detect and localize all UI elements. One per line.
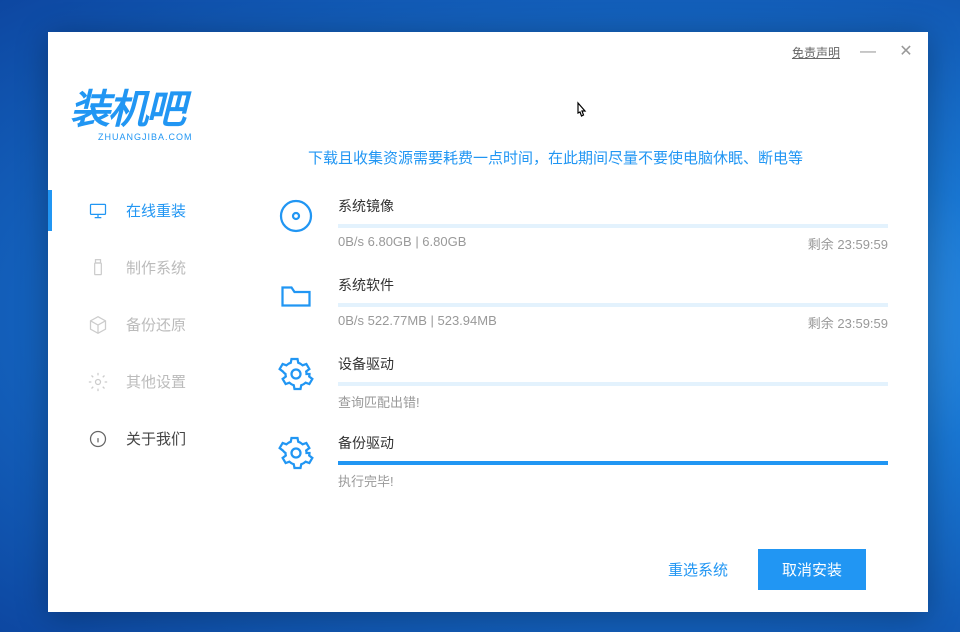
nav-make-system[interactable]: 制作系统 [48,239,278,296]
task-system-software: 系统软件 0B/s 522.77MB | 523.94MB 剩余 23:59:5… [278,275,888,332]
task-title: 设备驱动 [338,354,888,374]
logo: 装机吧 ZHUANGJIBA.COM [48,72,278,182]
task-title: 系统镜像 [338,196,888,216]
progress-bar [338,303,888,307]
task-system-image: 系统镜像 0B/s 6.80GB | 6.80GB 剩余 23:59:59 [278,196,888,253]
cancel-install-button[interactable]: 取消安装 [758,549,866,590]
cube-icon [88,315,108,335]
notice-text: 下载且收集资源需要耗费一点时间，在此期间尽量不要使电脑休眠、断电等 [278,147,888,168]
task-right-info: 剩余 23:59:59 [808,313,888,332]
disclaimer-link[interactable]: 免责声明 [792,44,840,61]
nav-label: 其他设置 [126,371,186,392]
content-area: 下载且收集资源需要耗费一点时间，在此期间尽量不要使电脑休眠、断电等 系统镜像 0… [278,72,928,612]
task-device-driver: 设备驱动 查询匹配出错! [278,354,888,411]
usb-icon [88,258,108,278]
window-body: 装机吧 ZHUANGJIBA.COM 在线重装 制作系统 备份还原 [48,72,928,612]
minimize-button[interactable]: — [858,44,878,60]
task-list: 系统镜像 0B/s 6.80GB | 6.80GB 剩余 23:59:59 系统… [278,196,888,535]
nav-label: 备份还原 [126,314,186,335]
task-backup-driver: 备份驱动 执行完毕! [278,433,888,490]
task-left-info: 0B/s 522.77MB | 523.94MB [338,313,497,332]
nav-online-reinstall[interactable]: 在线重装 [48,182,278,239]
close-button[interactable]: ✕ [896,44,916,60]
gear-icon [88,372,108,392]
nav-label: 制作系统 [126,257,186,278]
sidebar: 装机吧 ZHUANGJIBA.COM 在线重装 制作系统 备份还原 [48,72,278,612]
info-icon [88,429,108,449]
footer: 重选系统 取消安装 [278,535,888,612]
logo-text: 装机吧 [70,90,256,130]
progress-bar [338,461,888,465]
nav-label: 关于我们 [126,428,186,449]
task-title: 备份驱动 [338,433,888,453]
folder-icon [278,277,314,313]
titlebar: 免责声明 — ✕ [48,32,928,72]
disc-icon [278,198,314,234]
task-left-info: 0B/s 6.80GB | 6.80GB [338,234,466,253]
gear-icon [278,356,314,392]
app-window: 免责声明 — ✕ 装机吧 ZHUANGJIBA.COM 在线重装 制作系统 [48,32,928,612]
gear-icon [278,435,314,471]
nav-about-us[interactable]: 关于我们 [48,410,278,467]
nav-backup-restore[interactable]: 备份还原 [48,296,278,353]
logo-subtext: ZHUANGJIBA.COM [98,132,256,142]
task-left-info: 查询匹配出错! [338,392,420,411]
reselect-system-link[interactable]: 重选系统 [668,559,728,580]
progress-bar [338,224,888,228]
nav-label: 在线重装 [126,200,186,221]
task-title: 系统软件 [338,275,888,295]
nav-other-settings[interactable]: 其他设置 [48,353,278,410]
task-left-info: 执行完毕! [338,471,394,490]
monitor-icon [88,201,108,221]
progress-bar [338,382,888,386]
task-right-info: 剩余 23:59:59 [808,234,888,253]
